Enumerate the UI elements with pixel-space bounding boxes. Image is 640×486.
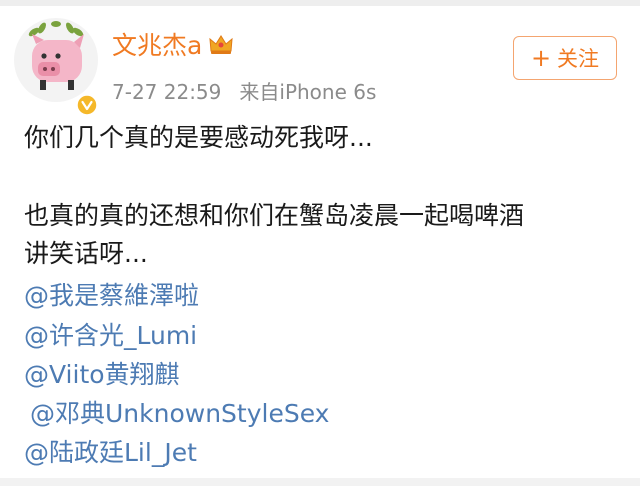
username[interactable]: 文兆杰a bbox=[112, 26, 202, 62]
follow-label: 关注 bbox=[557, 47, 600, 71]
mention-link[interactable]: @陆政廷Lil_Jet bbox=[24, 433, 197, 469]
top-divider bbox=[0, 0, 640, 6]
crown-icon bbox=[209, 35, 233, 54]
mention-link[interactable]: @Viito黄翔麒 bbox=[24, 355, 180, 391]
mention-link[interactable]: @我是蔡維澤啦 bbox=[24, 276, 199, 312]
post-meta: 7-27 22:59 来自iPhone 6s bbox=[112, 76, 376, 105]
mention-link[interactable]: @许含光_Lumi bbox=[24, 316, 197, 352]
username-row[interactable]: 文兆杰a bbox=[112, 26, 234, 62]
bottom-divider bbox=[0, 478, 640, 486]
follow-button[interactable]: + 关注 bbox=[513, 36, 617, 80]
post-text-line-2: 也真的真的还想和你们在蟹岛凌晨一起喝啤酒 bbox=[24, 201, 525, 230]
post-text-line-3: 讲笑话呀... bbox=[24, 239, 148, 268]
plus-icon: + bbox=[530, 44, 552, 72]
mention-link[interactable]: @邓典UnknownStyleSex bbox=[30, 394, 329, 430]
post-source[interactable]: 来自iPhone 6s bbox=[239, 80, 376, 104]
post-text-line-1: 你们几个真的是要感动死我呀... bbox=[24, 123, 373, 152]
avatar[interactable] bbox=[14, 18, 98, 116]
post-time: 7-27 22:59 bbox=[112, 80, 222, 104]
avatar-image bbox=[14, 18, 98, 102]
verified-badge-icon bbox=[76, 94, 98, 116]
pig-avatar-icon bbox=[28, 21, 84, 90]
